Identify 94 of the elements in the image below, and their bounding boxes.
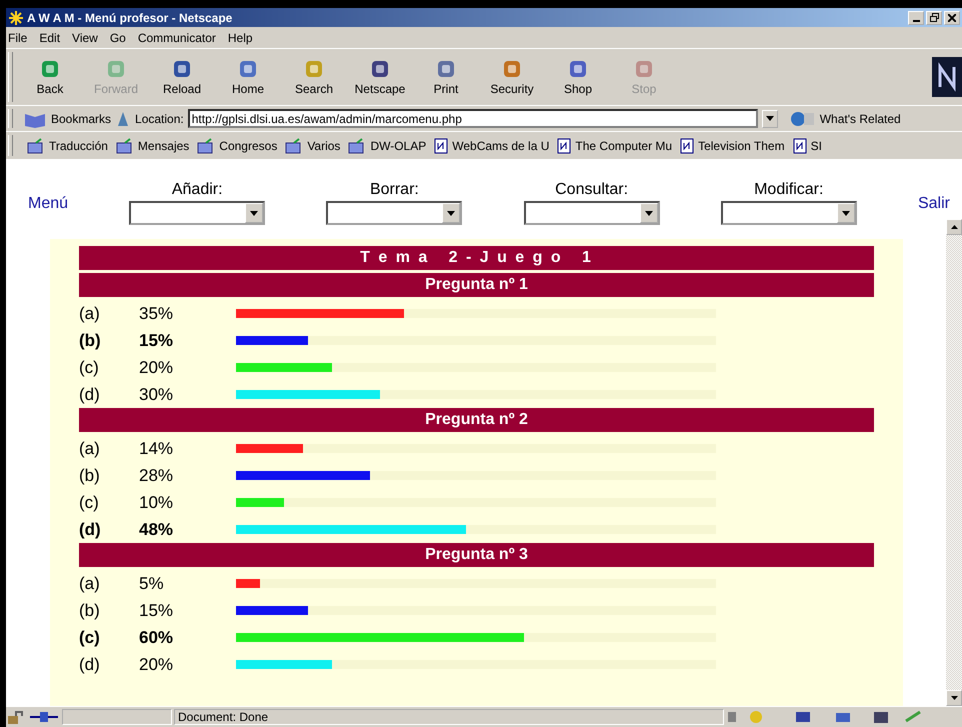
answer-percent: 60%: [139, 628, 174, 648]
folder-icon: [348, 138, 366, 154]
select-label: Borrar:: [370, 181, 419, 199]
toolbar-button[interactable]: Shop: [547, 58, 609, 96]
exit-link[interactable]: Salir: [918, 195, 950, 213]
answer-option: (a): [79, 438, 139, 458]
toolbar-button[interactable]: Print: [415, 58, 477, 96]
scroll-up-icon: [950, 225, 958, 229]
page-icon: [680, 138, 694, 154]
dropdown-field[interactable]: [524, 201, 660, 225]
folder-icon: [27, 138, 45, 154]
toolbar-button[interactable]: Back: [19, 58, 81, 96]
toolbar-button[interactable]: Netscape: [349, 58, 411, 96]
menu-item[interactable]: Help: [228, 30, 253, 44]
toolbar-button[interactable]: Search: [283, 58, 345, 96]
caret-icon: [766, 116, 774, 121]
folder-icon: [116, 138, 134, 154]
bookmark-link[interactable]: Varios: [285, 138, 340, 154]
caret-icon: [447, 210, 456, 216]
answer-percent: 15%: [139, 600, 174, 620]
plug-icon: [28, 710, 60, 724]
toolbar-button[interactable]: Home: [217, 58, 279, 96]
lock-icon: [6, 709, 26, 725]
answer-percent: 15%: [139, 330, 174, 350]
toolbar-button[interactable]: Security: [481, 58, 543, 96]
menu-item[interactable]: Edit: [39, 30, 60, 44]
caret-icon: [842, 210, 850, 216]
answer-option: (d): [79, 654, 139, 674]
select-label: Modificar:: [754, 181, 824, 199]
caret-icon: [250, 210, 258, 216]
answer-percent: 35%: [139, 304, 174, 324]
question-heading: Pregunta nº 1: [79, 273, 874, 297]
dropdown-field[interactable]: [326, 201, 462, 225]
answer-option: (d): [79, 384, 139, 404]
answer-percent: 10%: [139, 492, 174, 512]
page-icon: [557, 138, 572, 154]
answer-percent: 5%: [139, 574, 165, 594]
answer-option: (c): [79, 628, 139, 648]
page-icon: [792, 138, 807, 154]
answer-percent: 30%: [139, 384, 174, 404]
bookmark-link[interactable]: WebCams de la U: [434, 138, 550, 154]
window-title: A W A M - Menú profesor - Netscape: [27, 10, 234, 24]
close-button[interactable]: [944, 10, 960, 24]
close-icon: [948, 14, 956, 22]
restore-button[interactable]: [926, 10, 942, 24]
bookmarks-button[interactable]: Bookmarks: [23, 110, 112, 128]
bookmark-link[interactable]: Congresos: [197, 138, 278, 154]
answer-percent: 48%: [139, 520, 174, 540]
question-heading: Pregunta nº 3: [79, 543, 874, 567]
bookmark-link[interactable]: Traducción: [27, 138, 108, 154]
dropdown-field[interactable]: [129, 201, 266, 225]
bookmark-link[interactable]: Mensajes: [116, 138, 190, 154]
url-field[interactable]: http://gplsi.dlsi.ua.es/awam/admin/marcomenu.php: [188, 109, 758, 128]
question-heading: Pregunta nº 2: [79, 408, 874, 432]
bookmark-link[interactable]: DW-OLAP: [348, 138, 426, 154]
bookmark-link[interactable]: Television Them: [680, 138, 785, 154]
restore-icon: [930, 13, 938, 22]
answer-option: (a): [79, 304, 139, 324]
caret-icon: [644, 210, 653, 216]
answer-percent: 20%: [139, 358, 174, 378]
answer-option: (d): [79, 520, 139, 540]
status-text: Document: Done: [174, 709, 724, 725]
minimize-icon: [912, 20, 920, 22]
folder-icon: [285, 138, 304, 154]
answer-option: (b): [79, 330, 139, 350]
logo-icon: [932, 57, 962, 97]
toolbar-button[interactable]: Reload: [151, 58, 213, 96]
bookmark-link[interactable]: SI: [792, 138, 822, 154]
bookmark-link[interactable]: The Computer Mu: [557, 138, 672, 154]
page-icon: [434, 138, 448, 154]
dropdown-button[interactable]: [762, 110, 778, 128]
whats-related-button[interactable]: What's Related: [788, 110, 901, 128]
answer-option: (c): [79, 492, 139, 512]
menu-link[interactable]: Menú: [28, 195, 68, 213]
answer-option: (b): [79, 466, 139, 486]
answer-percent: 28%: [139, 466, 174, 486]
answer-percent: 20%: [139, 654, 174, 674]
dropdown-field[interactable]: [720, 201, 857, 225]
select-label: Añadir:: [172, 181, 223, 199]
menu-item[interactable]: File: [8, 30, 28, 44]
menu-item[interactable]: Communicator: [138, 30, 216, 44]
menu-item[interactable]: Go: [110, 30, 126, 44]
select-label: Consultar:: [555, 181, 628, 199]
answer-percent: 14%: [139, 438, 174, 458]
menu-item[interactable]: View: [72, 30, 98, 44]
answer-option: (a): [79, 574, 139, 594]
scroll-down-icon: [950, 696, 958, 700]
answer-option: (c): [79, 358, 139, 378]
minimize-button[interactable]: [908, 10, 924, 24]
vertical-scrollbar[interactable]: [946, 219, 962, 706]
answer-option: (b): [79, 600, 139, 620]
folder-icon: [197, 138, 216, 154]
location-label: Location:: [135, 112, 184, 126]
game-title: T e m a 2 - J u e g o 1: [79, 246, 874, 270]
